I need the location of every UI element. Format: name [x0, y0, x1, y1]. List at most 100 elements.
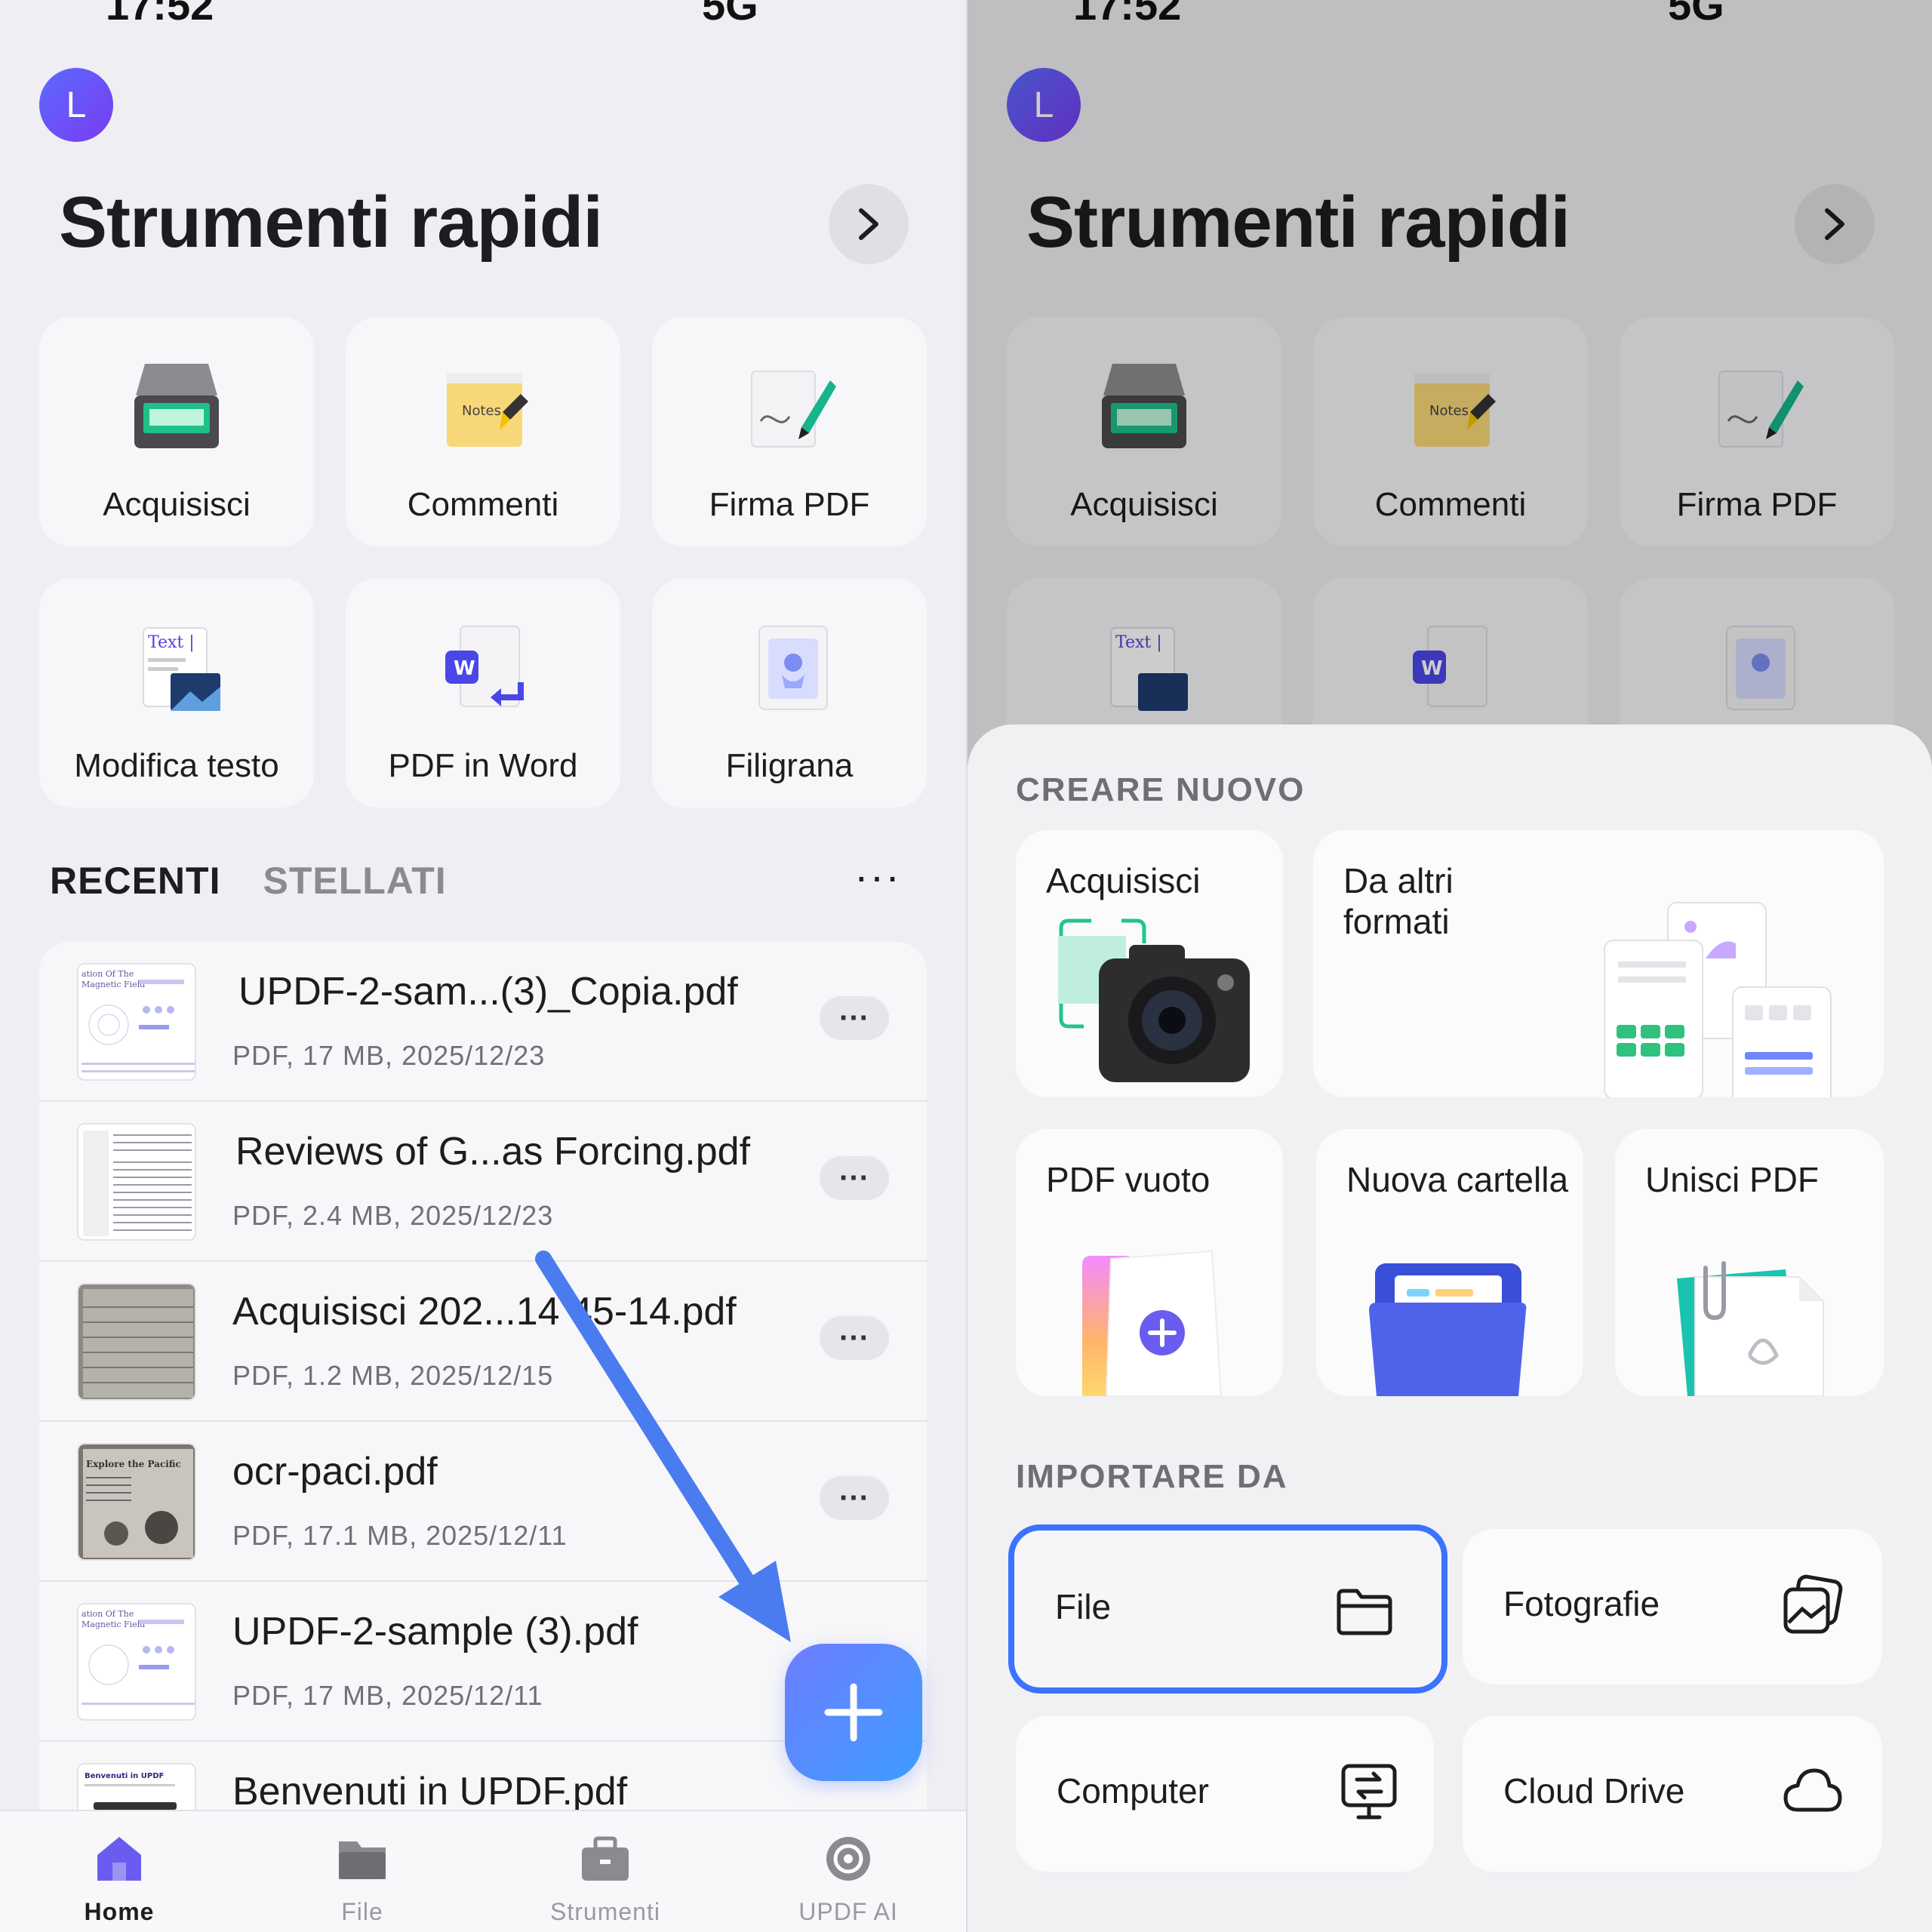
toolbox-icon: [582, 1836, 629, 1881]
tool-pdf-in-word[interactable]: W PDF in Word: [346, 578, 620, 808]
card-label: Fotografie: [1503, 1584, 1660, 1623]
file-meta: PDF, 2.4 MB, 2025/12/23: [232, 1200, 554, 1231]
file-thumbnail: [77, 1283, 196, 1401]
file-name: Benvenuti in UPDF.pdf: [232, 1770, 628, 1810]
avatar-letter: L: [66, 85, 87, 125]
file-tabs: RECENTI STELLATI: [50, 859, 447, 903]
file-name: UPDF-2-sample (3).pdf: [232, 1610, 638, 1654]
file-meta: PDF, 17.1 MB, 2025/12/11: [232, 1520, 568, 1551]
tool-label: PDF in Word: [388, 747, 578, 784]
import-file-button[interactable]: File: [1008, 1524, 1447, 1694]
add-button[interactable]: [785, 1644, 922, 1781]
create-from-formats-card[interactable]: Da altri formati: [1313, 830, 1884, 1097]
status-time: 17:52: [106, 0, 214, 29]
tool-label: Modifica testo: [74, 747, 279, 784]
import-photos-button[interactable]: Fotografie: [1463, 1529, 1882, 1684]
page-title: Strumenti rapidi: [59, 182, 603, 263]
file-thumbnail: ation Of The Magnetic Field: [77, 963, 196, 1081]
signature-icon: [751, 371, 836, 448]
list-item[interactable]: ation Of The Magnetic Field UPDF-2-sam..…: [39, 942, 927, 1102]
file-name: ocr-paci.pdf: [232, 1450, 438, 1494]
watermark-icon: [758, 626, 828, 710]
create-bottom-sheet: CREARE NUOVO Acquisisci Da altri formati: [968, 724, 1932, 1932]
file-more-button[interactable]: ···: [820, 1316, 889, 1360]
scanner-icon: [134, 364, 219, 448]
card-label: Computer: [1057, 1771, 1209, 1810]
computer-transfer-icon: [1341, 1764, 1397, 1820]
file-meta: PDF, 17 MB, 2025/12/11: [232, 1680, 543, 1711]
section-title-import: IMPORTARE DA: [1016, 1458, 1288, 1495]
home-icon: [97, 1837, 141, 1881]
create-new-folder-card[interactable]: Nuova cartella: [1316, 1129, 1583, 1396]
folder-icon: [1369, 1263, 1527, 1396]
file-more-button[interactable]: ···: [820, 1156, 889, 1200]
file-thumbnail: Explore the Pacific: [77, 1443, 196, 1561]
merge-pdf-icon: [1677, 1261, 1824, 1396]
list-item[interactable]: Acquisisci 202...14 45-14.pdf PDF, 1.2 M…: [39, 1262, 927, 1422]
svg-text:Text |: Text |: [148, 633, 195, 652]
svg-text:Magnetic Field: Magnetic Field: [82, 980, 145, 989]
svg-text:Notes: Notes: [462, 403, 501, 419]
tab-home[interactable]: Home: [29, 1834, 210, 1926]
import-computer-button[interactable]: Computer: [1016, 1716, 1434, 1872]
tool-filigrana[interactable]: Filigrana: [652, 578, 927, 808]
card-label: File: [1055, 1587, 1112, 1626]
plus-icon: [824, 1683, 883, 1742]
folder-outline-icon: [1337, 1589, 1392, 1635]
svg-text:Magnetic Field: Magnetic Field: [82, 1620, 145, 1629]
file-name: UPDF-2-sam...(3)_Copia.pdf: [238, 970, 738, 1014]
tool-commenti[interactable]: Notes Commenti: [346, 317, 620, 546]
camera-icon: [1058, 918, 1250, 1082]
cloud-icon: [1783, 1768, 1842, 1812]
file-more-button[interactable]: ···: [820, 1476, 889, 1520]
tool-modifica-testo[interactable]: Text | Modifica testo: [39, 578, 314, 808]
tab-strumenti[interactable]: Strumenti: [515, 1834, 696, 1926]
tool-label: Acquisisci: [103, 486, 251, 523]
create-blank-pdf-card[interactable]: PDF vuoto: [1016, 1129, 1283, 1396]
tool-acquisisci[interactable]: Acquisisci: [39, 317, 314, 546]
file-thumbnail: ation Of The Magnetic Field: [77, 1603, 196, 1721]
word-convert-icon: W: [445, 626, 524, 707]
tab-file[interactable]: File: [272, 1834, 453, 1926]
bottom-tab-bar: Home File Strumenti UPDF AI: [0, 1810, 966, 1932]
quick-tools-more-button[interactable]: [829, 184, 909, 264]
file-more-button[interactable]: ···: [820, 996, 889, 1040]
svg-text:ation Of The: ation Of The: [82, 969, 134, 979]
blank-pdf-icon: [1082, 1250, 1223, 1396]
tool-label: Filigrana: [725, 747, 854, 784]
status-signal: 5G: [702, 0, 758, 29]
ai-icon: [826, 1837, 870, 1881]
list-item[interactable]: Reviews of G...as Forcing.pdf PDF, 2.4 M…: [39, 1102, 927, 1262]
folder-icon: [339, 1841, 386, 1879]
documents-icon: [1604, 902, 1832, 1097]
tab-label: UPDF AI: [798, 1898, 898, 1925]
home-screen: 17:52 5G L Strumenti rapidi Acquisisci N…: [0, 0, 966, 1932]
file-thumbnail: Benvenuti in UPDF: [77, 1763, 196, 1810]
tool-firma-pdf[interactable]: Firma PDF: [652, 317, 927, 546]
section-title-create: CREARE NUOVO: [1016, 771, 1306, 808]
create-scan-card[interactable]: Acquisisci: [1016, 830, 1283, 1097]
import-cloud-drive-button[interactable]: Cloud Drive: [1463, 1716, 1882, 1872]
card-label: Cloud Drive: [1503, 1771, 1685, 1810]
file-thumbnail: [77, 1123, 196, 1241]
tab-recenti[interactable]: RECENTI: [50, 859, 220, 903]
list-item[interactable]: Explore the Pacific ocr-paci.pdf PDF, 17…: [39, 1422, 927, 1582]
tab-label: File: [341, 1898, 383, 1925]
list-options-button[interactable]: ···: [854, 855, 901, 897]
tab-updf-ai[interactable]: UPDF AI: [758, 1834, 939, 1926]
notes-icon: Notes: [447, 373, 528, 447]
file-meta: PDF, 17 MB, 2025/12/23: [232, 1040, 546, 1071]
tab-stellati[interactable]: STELLATI: [263, 859, 446, 903]
file-meta: PDF, 1.2 MB, 2025/12/15: [232, 1360, 554, 1391]
file-name: Acquisisci 202...14 45-14.pdf: [232, 1290, 737, 1334]
svg-text:Explore the Pacific: Explore the Pacific: [86, 1459, 181, 1469]
file-name: Reviews of G...as Forcing.pdf: [235, 1130, 751, 1174]
tab-label: Home: [84, 1898, 155, 1925]
tool-label: Commenti: [407, 486, 559, 523]
tab-label: Strumenti: [550, 1898, 660, 1925]
create-merge-pdf-card[interactable]: Unisci PDF: [1615, 1129, 1884, 1396]
edit-text-icon: Text |: [143, 627, 220, 711]
avatar[interactable]: L: [39, 68, 113, 142]
svg-text:Benvenuti in UPDF: Benvenuti in UPDF: [85, 1772, 164, 1780]
tool-label: Firma PDF: [709, 486, 870, 523]
